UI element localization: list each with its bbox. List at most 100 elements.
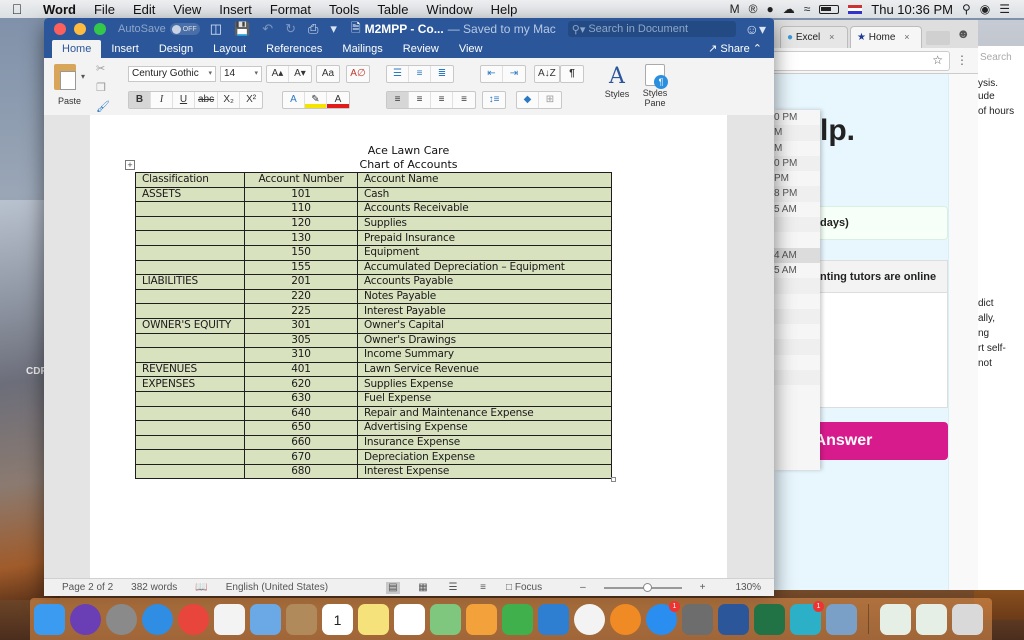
- time-option[interactable]: M: [774, 125, 820, 141]
- superscript-button[interactable]: X²: [240, 92, 262, 108]
- time-option[interactable]: [774, 308, 820, 325]
- document-canvas[interactable]: Ace Lawn Care Chart of Accounts + Classi…: [44, 115, 774, 578]
- time-option[interactable]: [774, 294, 820, 309]
- menu-file[interactable]: File: [85, 2, 124, 17]
- close-tab-icon[interactable]: ×: [904, 32, 909, 42]
- account-name-cell[interactable]: Lawn Service Revenue: [357, 361, 612, 378]
- tab-insert[interactable]: Insert: [101, 40, 149, 58]
- account-name-cell[interactable]: Income Summary: [357, 347, 612, 363]
- autosave-toggle[interactable]: OFF: [169, 23, 200, 35]
- cloud-status-icon[interactable]: ☁: [783, 2, 795, 16]
- account-name-cell[interactable]: Repair and Maintenance Expense: [357, 405, 612, 422]
- classification-cell[interactable]: [135, 230, 245, 246]
- close-tab-icon[interactable]: ×: [829, 32, 834, 42]
- tab-home[interactable]: Home: [52, 40, 102, 58]
- mail-dock-icon[interactable]: [250, 603, 281, 635]
- menu-view[interactable]: View: [164, 2, 210, 17]
- page-count[interactable]: Page 2 of 2: [62, 582, 113, 593]
- time-option[interactable]: PM: [774, 171, 820, 186]
- account-number-cell[interactable]: 155: [244, 259, 358, 276]
- registered-status-icon[interactable]: ®: [749, 2, 758, 16]
- account-number-cell[interactable]: 120: [244, 215, 358, 232]
- multilevel-list-button[interactable]: ≣: [431, 66, 453, 82]
- app-store-dock-icon[interactable]: 1: [646, 600, 680, 635]
- time-option[interactable]: [774, 232, 820, 247]
- classification-cell[interactable]: [135, 259, 245, 276]
- menu-table[interactable]: Table: [368, 2, 417, 17]
- siri-dock-icon[interactable]: [70, 603, 101, 635]
- menu-window[interactable]: Window: [417, 2, 481, 17]
- autosave-control[interactable]: AutoSave OFF: [118, 23, 200, 35]
- ibooks-dock-icon[interactable]: [610, 603, 641, 635]
- system-preferences-dock-icon[interactable]: [682, 603, 713, 635]
- account-name-cell[interactable]: Accounts Receivable: [357, 201, 612, 217]
- numbers-dock-icon[interactable]: [502, 603, 533, 635]
- time-dropdown-list[interactable]: 0 PM M M 0 PM PM 8 PM 5 AM 4 AM 5 AM: [774, 110, 820, 470]
- account-name-cell[interactable]: Owner's Capital: [357, 317, 612, 334]
- wifi-icon[interactable]: ≈: [804, 2, 811, 16]
- table-move-handle-icon[interactable]: +: [125, 160, 135, 170]
- menubar-clock[interactable]: Thu 10:36 PM: [871, 2, 953, 17]
- time-option[interactable]: 5 AM: [774, 202, 820, 217]
- paste-options-chevron-icon[interactable]: ▾: [81, 72, 85, 81]
- text-effects-button[interactable]: A: [283, 92, 305, 108]
- safari-dock-icon[interactable]: [142, 603, 173, 635]
- shading-button[interactable]: ◆: [517, 92, 539, 108]
- increase-indent-button[interactable]: ⇥: [503, 66, 525, 82]
- undo-icon[interactable]: ↶: [262, 21, 273, 37]
- paste-label[interactable]: Paste: [58, 96, 81, 106]
- classification-cell[interactable]: [135, 390, 245, 407]
- classification-cell[interactable]: [135, 347, 245, 363]
- account-number-cell[interactable]: 220: [244, 288, 358, 305]
- apple-menu-icon[interactable]: : [0, 1, 34, 17]
- menu-help[interactable]: Help: [482, 2, 527, 17]
- classification-cell[interactable]: [135, 288, 245, 305]
- dollar-status-icon[interactable]: ●: [766, 2, 773, 16]
- address-bar[interactable]: ☆: [774, 51, 950, 71]
- account-name-cell[interactable]: Accumulated Depreciation – Equipment: [357, 259, 612, 276]
- classification-cell[interactable]: [135, 303, 245, 319]
- classification-cell[interactable]: [135, 420, 245, 436]
- time-option[interactable]: 4 AM: [774, 247, 820, 263]
- table-resize-handle[interactable]: [611, 477, 616, 482]
- pages-dock-icon[interactable]: [466, 603, 497, 635]
- redo-icon[interactable]: ↻: [285, 21, 296, 37]
- grow-font-button[interactable]: A▴: [267, 66, 289, 82]
- tab-mailings[interactable]: Mailings: [332, 40, 392, 58]
- zoom-out-button[interactable]: –: [580, 582, 586, 593]
- account-number-cell[interactable]: 310: [244, 347, 358, 363]
- borders-button[interactable]: ⊞: [539, 92, 561, 108]
- time-option[interactable]: [774, 324, 820, 339]
- word-count[interactable]: 382 words: [131, 582, 177, 593]
- zoom-level[interactable]: 130%: [736, 582, 762, 593]
- time-option[interactable]: 5 AM: [774, 263, 820, 278]
- justify-button[interactable]: ≡: [453, 92, 475, 108]
- styles-button[interactable]: A Styles: [599, 64, 635, 99]
- search-input[interactable]: Search: [980, 52, 1012, 63]
- account-name-cell[interactable]: Accounts Payable: [357, 274, 612, 290]
- sidebar-toggle-icon[interactable]: ◫: [210, 21, 222, 37]
- classification-cell[interactable]: LIABILITIES: [135, 274, 245, 290]
- profile-icon[interactable]: ☻: [956, 26, 970, 41]
- account-number-cell[interactable]: 401: [244, 361, 358, 378]
- numbering-button[interactable]: ≡: [409, 66, 431, 82]
- highlight-color-button[interactable]: ✎: [305, 92, 327, 108]
- strikethrough-button[interactable]: abc: [195, 92, 219, 108]
- outline-view-icon[interactable]: ☰: [446, 582, 460, 594]
- account-number-cell[interactable]: 101: [244, 186, 358, 203]
- account-name-cell[interactable]: Supplies: [357, 215, 612, 232]
- time-option[interactable]: [774, 217, 820, 233]
- font-color-button[interactable]: A: [327, 92, 349, 108]
- launchpad-dock-icon[interactable]: [106, 603, 137, 635]
- proofing-icon[interactable]: 📖: [195, 582, 207, 593]
- time-option[interactable]: [774, 370, 820, 386]
- time-option[interactable]: [774, 278, 820, 294]
- zoom-slider[interactable]: [603, 582, 682, 592]
- underline-button[interactable]: U: [173, 92, 195, 108]
- account-number-cell[interactable]: Account Number: [244, 172, 358, 188]
- account-name-cell[interactable]: Interest Expense: [357, 463, 612, 480]
- mendeley-dock-icon[interactable]: 1: [790, 600, 824, 635]
- finder-dock-icon[interactable]: [34, 603, 65, 635]
- excel-document-1-dock-icon[interactable]: [880, 603, 911, 635]
- spotlight-search-icon[interactable]: ⚲: [962, 2, 971, 16]
